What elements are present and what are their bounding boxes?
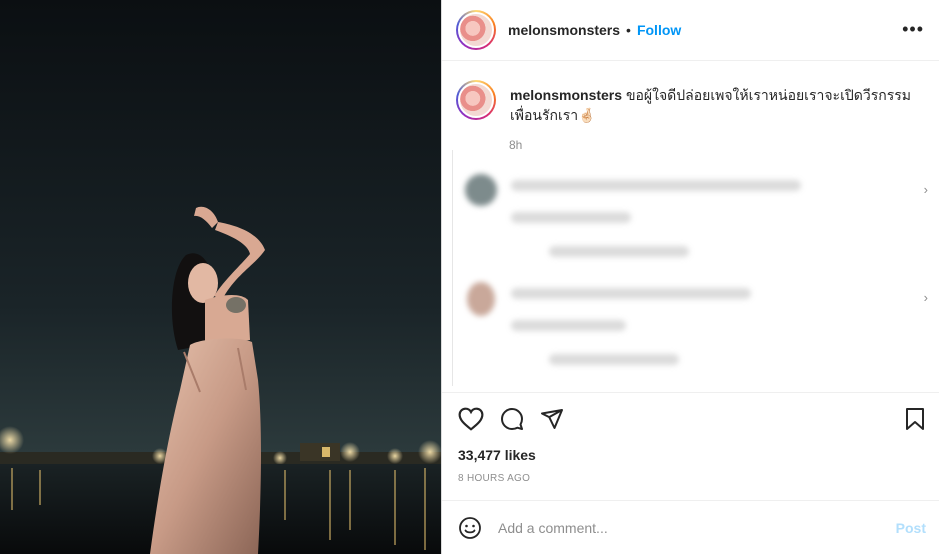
post-comment-button[interactable]: Post bbox=[896, 520, 926, 536]
avatar bbox=[458, 12, 494, 48]
blurred-comment bbox=[511, 288, 751, 299]
blurred-comment-meta bbox=[511, 320, 626, 331]
author-avatar-ring[interactable] bbox=[456, 10, 496, 50]
post-side-panel: melonsmonsters • Follow ••• melonsmonste… bbox=[441, 0, 939, 554]
comments-list-blurred: › › bbox=[452, 150, 939, 386]
caption-text-block: melonsmonsters ขอผู้ใจดีปล่อยเพจให้เราหน… bbox=[510, 80, 926, 125]
bookmark-icon[interactable] bbox=[904, 407, 926, 431]
blurred-comment-meta bbox=[511, 212, 631, 223]
post-header: melonsmonsters • Follow ••• bbox=[442, 0, 939, 61]
avatar bbox=[458, 82, 494, 118]
blurred-comment bbox=[511, 180, 801, 191]
post-image bbox=[0, 0, 441, 554]
add-comment-row: Post bbox=[442, 500, 939, 554]
blurred-replies bbox=[549, 246, 689, 257]
heart-icon[interactable] bbox=[458, 407, 484, 431]
separator-dot: • bbox=[626, 22, 631, 38]
author-username[interactable]: melonsmonsters bbox=[508, 22, 620, 38]
instagram-post-modal: melonsmonsters • Follow ••• melonsmonste… bbox=[0, 0, 939, 554]
emoji-icon[interactable] bbox=[458, 516, 482, 540]
post-timestamp: 8 HOURS AGO bbox=[458, 473, 531, 484]
comment-icon[interactable] bbox=[500, 407, 524, 431]
more-options-icon[interactable]: ••• bbox=[902, 20, 924, 38]
chevron-right-icon[interactable]: › bbox=[924, 290, 928, 305]
post-actions bbox=[442, 392, 939, 444]
likes-count[interactable]: 33,477 likes bbox=[458, 447, 536, 463]
chevron-right-icon[interactable]: › bbox=[924, 182, 928, 197]
caption: melonsmonsters ขอผู้ใจดีปล่อยเพจให้เราหน… bbox=[456, 80, 926, 125]
comment-input[interactable] bbox=[498, 519, 878, 536]
blurred-replies bbox=[549, 354, 679, 365]
blurred-avatar bbox=[467, 282, 495, 316]
blurred-avatar bbox=[465, 174, 497, 206]
post-photo[interactable] bbox=[0, 0, 441, 554]
caption-avatar-ring[interactable] bbox=[456, 80, 496, 120]
follow-button[interactable]: Follow bbox=[637, 22, 681, 38]
share-icon[interactable] bbox=[540, 407, 564, 431]
caption-username[interactable]: melonsmonsters bbox=[510, 87, 622, 103]
